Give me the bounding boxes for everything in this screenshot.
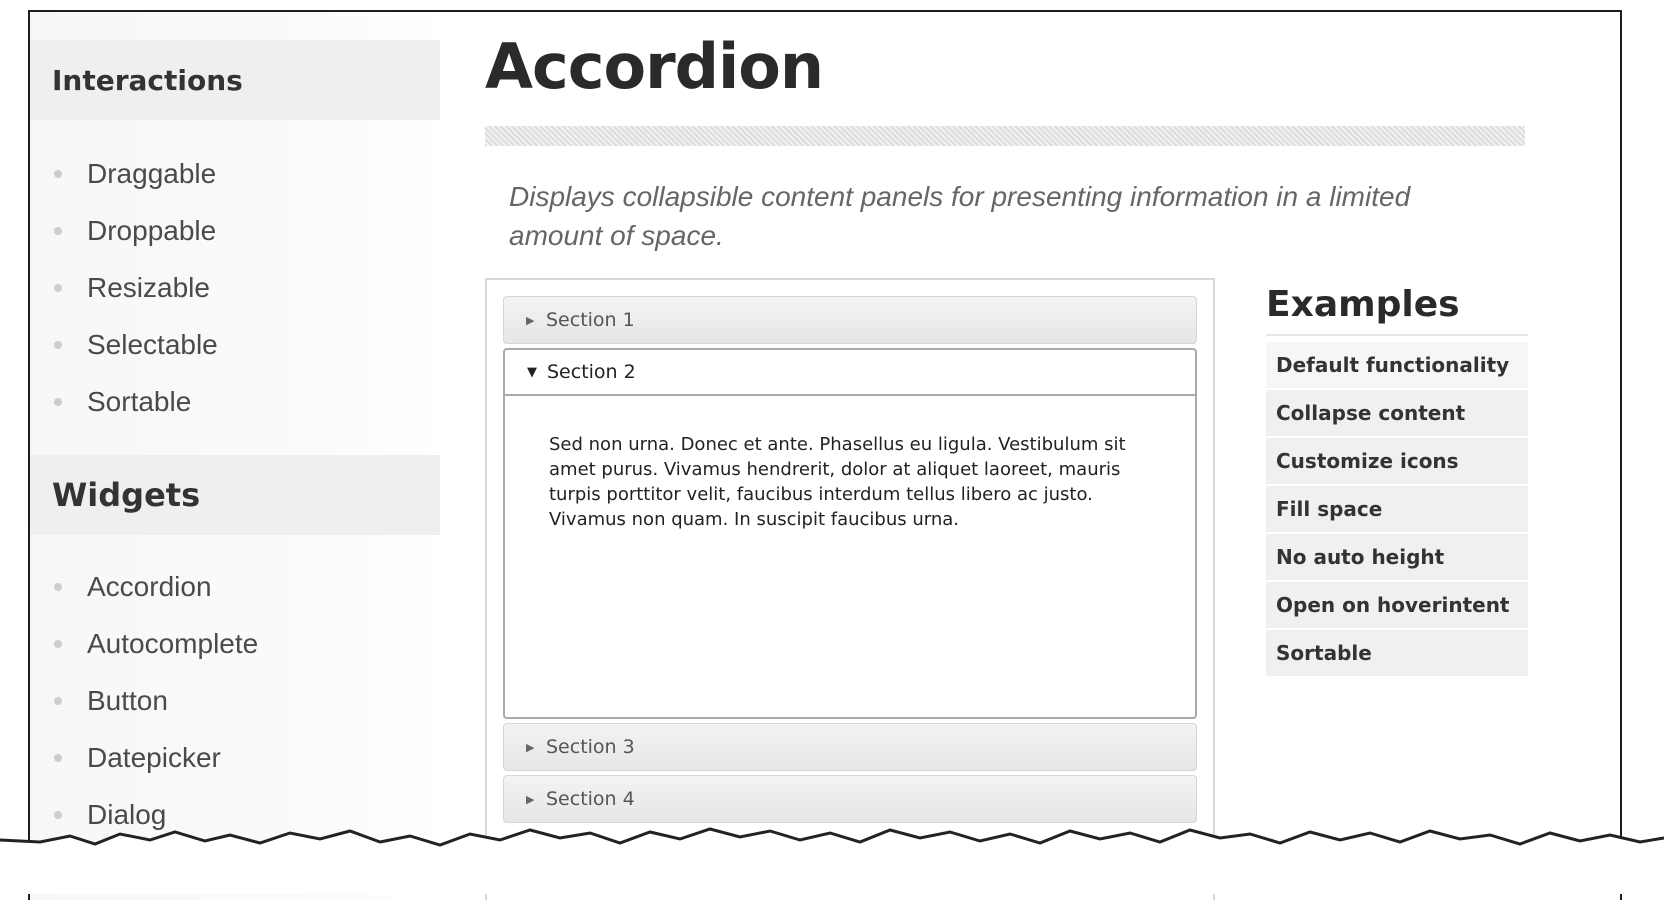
sidebar-item-droppable[interactable]: Droppable [30, 202, 218, 259]
sidebar-heading-widgets: Widgets [30, 455, 440, 535]
torn-edge-decoration [0, 827, 1664, 894]
accordion-header-section-4[interactable]: ▶ Section 4 [503, 775, 1197, 823]
accordion-header-label: Section 1 [546, 309, 635, 331]
widgets-list: Accordion Autocomplete Button Datepicker… [30, 558, 258, 843]
triangle-right-icon: ▶ [526, 792, 535, 806]
accordion-panel-content: Sed non urna. Donec et ante. Phasellus e… [503, 396, 1197, 719]
sidebar-item-draggable[interactable]: Draggable [30, 145, 218, 202]
example-no-auto-height[interactable]: No auto height [1266, 534, 1528, 580]
sidebar-item-selectable[interactable]: Selectable [30, 316, 218, 373]
bullet-icon [54, 640, 62, 648]
sidebar-item-label[interactable]: Datepicker [87, 742, 221, 773]
sidebar-item-label[interactable]: Droppable [87, 215, 216, 246]
main-content: Accordion Displays collapsible content p… [485, 12, 1620, 900]
page-title: Accordion [485, 30, 824, 103]
sidebar-item-label[interactable]: Button [87, 685, 168, 716]
sidebar-heading-interactions: Interactions [30, 40, 440, 120]
accordion-header-label: Section 2 [547, 361, 636, 383]
sidebar-item-label[interactable]: Selectable [87, 329, 218, 360]
example-fill-space[interactable]: Fill space [1266, 486, 1528, 532]
accordion-header-label: Section 3 [546, 736, 635, 758]
sidebar-item-label[interactable]: Resizable [87, 272, 210, 303]
interactions-list: Draggable Droppable Resizable Selectable… [30, 145, 218, 430]
examples-heading: Examples [1266, 276, 1528, 336]
sidebar-item-accordion[interactable]: Accordion [30, 558, 258, 615]
accordion-header-label: Section 4 [546, 788, 635, 810]
accordion-demo: ▶ Section 1 ▼ Section 2 Sed non urna. Do… [485, 278, 1215, 900]
bullet-icon [54, 398, 62, 406]
bullet-icon [54, 583, 62, 591]
example-customize-icons[interactable]: Customize icons [1266, 438, 1528, 484]
example-collapse-content[interactable]: Collapse content [1266, 390, 1528, 436]
bullet-icon [54, 170, 62, 178]
sidebar-item-sortable[interactable]: Sortable [30, 373, 218, 430]
sidebar-item-label[interactable]: Draggable [87, 158, 216, 189]
example-sortable[interactable]: Sortable [1266, 630, 1528, 676]
bullet-icon [54, 697, 62, 705]
bullet-icon [54, 341, 62, 349]
triangle-right-icon: ▶ [526, 740, 535, 754]
examples-panel: Examples Default functionality Collapse … [1266, 276, 1528, 678]
sidebar-item-datepicker[interactable]: Datepicker [30, 729, 258, 786]
triangle-right-icon: ▶ [526, 313, 535, 327]
sidebar-item-label[interactable]: Autocomplete [87, 628, 258, 659]
triangle-down-icon: ▼ [527, 364, 537, 380]
sidebar-nav: Interactions Draggable Droppable Resizab… [30, 12, 442, 900]
sidebar-item-resizable[interactable]: Resizable [30, 259, 218, 316]
title-divider [485, 126, 1525, 146]
sidebar-item-label[interactable]: Accordion [87, 571, 212, 602]
accordion-header-section-2[interactable]: ▼ Section 2 [503, 348, 1197, 396]
bullet-icon [54, 227, 62, 235]
accordion-header-section-1[interactable]: ▶ Section 1 [503, 296, 1197, 344]
bullet-icon [54, 754, 62, 762]
bullet-icon [54, 284, 62, 292]
examples-list: Default functionality Collapse content C… [1266, 342, 1528, 676]
sidebar-item-label[interactable]: Sortable [87, 386, 191, 417]
sidebar-item-autocomplete[interactable]: Autocomplete [30, 615, 258, 672]
page-description: Displays collapsible content panels for … [509, 181, 1411, 251]
example-default-functionality[interactable]: Default functionality [1266, 342, 1528, 388]
page-frame: Interactions Draggable Droppable Resizab… [28, 10, 1622, 900]
accordion-header-section-3[interactable]: ▶ Section 3 [503, 723, 1197, 771]
sidebar-item-button[interactable]: Button [30, 672, 258, 729]
example-open-on-hoverintent[interactable]: Open on hoverintent [1266, 582, 1528, 628]
